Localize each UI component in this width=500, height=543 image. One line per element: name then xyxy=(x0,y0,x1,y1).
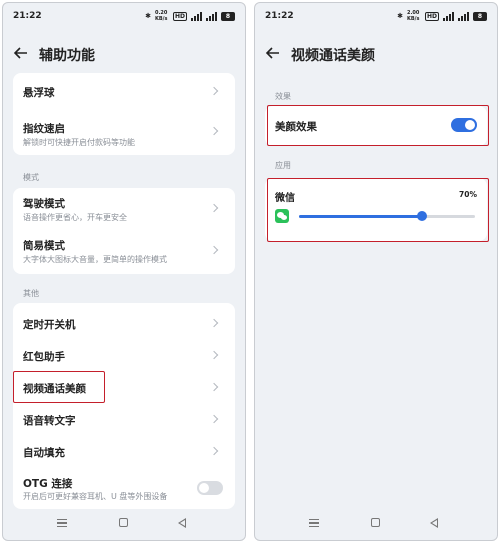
back-triangle-icon[interactable] xyxy=(178,518,186,528)
settings-card-1: 悬浮球 指纹速启 解锁时可快捷开启付款码等功能 xyxy=(13,73,235,155)
page-title: 辅助功能 xyxy=(39,48,95,64)
battery-icon: 8 xyxy=(473,11,487,21)
navigation-bar xyxy=(3,514,245,534)
highlight-box xyxy=(267,178,489,242)
item-label: 悬浮球 xyxy=(23,87,55,99)
item-label: OTG 连接 xyxy=(23,478,73,490)
network-speed: 2.00 KB/s xyxy=(406,10,420,22)
home-icon[interactable] xyxy=(371,518,380,527)
page-header: 辅助功能 xyxy=(3,43,245,67)
network-speed: 0.20 KB/s xyxy=(154,10,168,22)
chevron-right-icon xyxy=(209,126,219,136)
right-screen: 21:22 ✱ 2.00 KB/s HD 8 视频通话美颜 效果 美颜效果 应用… xyxy=(254,2,498,541)
chevron-right-icon xyxy=(209,245,219,255)
item-label: 简易模式 xyxy=(23,240,65,252)
menu-icon[interactable] xyxy=(309,519,319,527)
status-icons: ✱ 0.20 KB/s HD 8 xyxy=(145,10,235,22)
list-item-fingerprint-quick-launch[interactable]: 指纹速启 解锁时可快捷开启付款码等功能 xyxy=(13,113,235,153)
toggle-knob xyxy=(199,483,209,493)
page-title: 视频通话美颜 xyxy=(291,48,375,64)
status-icons: ✱ 2.00 KB/s HD 8 xyxy=(397,10,487,22)
chevron-right-icon xyxy=(209,350,219,360)
list-item-driving-mode[interactable]: 驾驶模式 语音操作更省心，开车更安全 xyxy=(13,188,235,230)
bluetooth-icon: ✱ xyxy=(397,12,403,20)
list-item-otg: OTG 连接 开启后可更好兼容耳机、U 盘等外围设备 xyxy=(13,469,235,507)
chevron-right-icon xyxy=(209,318,219,328)
item-label: 指纹速启 xyxy=(23,123,65,135)
home-icon[interactable] xyxy=(119,518,128,527)
chevron-right-icon xyxy=(209,382,219,392)
item-label: 自动填充 xyxy=(23,447,65,459)
signal-icon-2 xyxy=(206,11,217,21)
section-label-other: 其他 xyxy=(23,289,39,298)
bluetooth-icon: ✱ xyxy=(145,12,151,20)
highlight-box xyxy=(13,371,105,403)
chevron-right-icon xyxy=(209,414,219,424)
signal-icon xyxy=(191,11,202,21)
status-bar: 21:22 ✱ 2.00 KB/s HD 8 xyxy=(255,3,497,33)
otg-toggle[interactable] xyxy=(197,481,223,495)
left-screen: 21:22 ✱ 0.20 KB/s HD 8 辅助功能 悬浮球 指纹速启 解锁时… xyxy=(2,2,246,541)
item-subtitle: 开启后可更好兼容耳机、U 盘等外围设备 xyxy=(23,492,168,501)
section-label-effect: 效果 xyxy=(275,92,291,101)
page-header: 视频通话美颜 xyxy=(255,43,497,67)
list-item-autofill[interactable]: 自动填充 xyxy=(13,435,235,467)
item-subtitle: 解锁时可快捷开启付款码等功能 xyxy=(23,138,135,147)
item-subtitle: 语音操作更省心，开车更安全 xyxy=(23,213,127,222)
battery-icon: 8 xyxy=(221,11,235,21)
chevron-right-icon xyxy=(209,86,219,96)
list-item-floating-ball[interactable]: 悬浮球 xyxy=(13,73,235,109)
list-item-simple-mode[interactable]: 简易模式 大字体大图标大音量，更简单的操作模式 xyxy=(13,230,235,272)
list-item-scheduled-power[interactable]: 定时开关机 xyxy=(13,307,235,339)
section-label-mode: 模式 xyxy=(23,173,39,182)
signal-icon xyxy=(443,11,454,21)
menu-icon[interactable] xyxy=(57,519,67,527)
signal-icon-2 xyxy=(458,11,469,21)
list-item-speech-to-text[interactable]: 语音转文字 xyxy=(13,403,235,435)
chevron-right-icon xyxy=(209,446,219,456)
item-label: 红包助手 xyxy=(23,351,65,363)
settings-card-2: 驾驶模式 语音操作更省心，开车更安全 简易模式 大字体大图标大音量，更简单的操作… xyxy=(13,188,235,274)
chevron-right-icon xyxy=(209,203,219,213)
section-label-apps: 应用 xyxy=(275,161,291,170)
highlight-box xyxy=(267,105,489,146)
back-arrow-icon[interactable] xyxy=(265,45,281,61)
item-label: 语音转文字 xyxy=(23,415,76,427)
back-triangle-icon[interactable] xyxy=(430,518,438,528)
status-time: 21:22 xyxy=(13,11,42,21)
item-label: 定时开关机 xyxy=(23,319,76,331)
status-bar: 21:22 ✱ 0.20 KB/s HD 8 xyxy=(3,3,245,33)
list-item-red-packet-assistant[interactable]: 红包助手 xyxy=(13,339,235,371)
back-arrow-icon[interactable] xyxy=(13,45,29,61)
item-subtitle: 大字体大图标大音量，更简单的操作模式 xyxy=(23,255,167,264)
navigation-bar xyxy=(255,514,497,534)
hd-icon: HD xyxy=(172,11,187,21)
settings-card-3: 定时开关机 红包助手 视频通话美颜 语音转文字 自动填充 OTG 连接 开启后可… xyxy=(13,303,235,509)
hd-icon: HD xyxy=(424,11,439,21)
item-label: 驾驶模式 xyxy=(23,198,65,210)
status-time: 21:22 xyxy=(265,11,294,21)
